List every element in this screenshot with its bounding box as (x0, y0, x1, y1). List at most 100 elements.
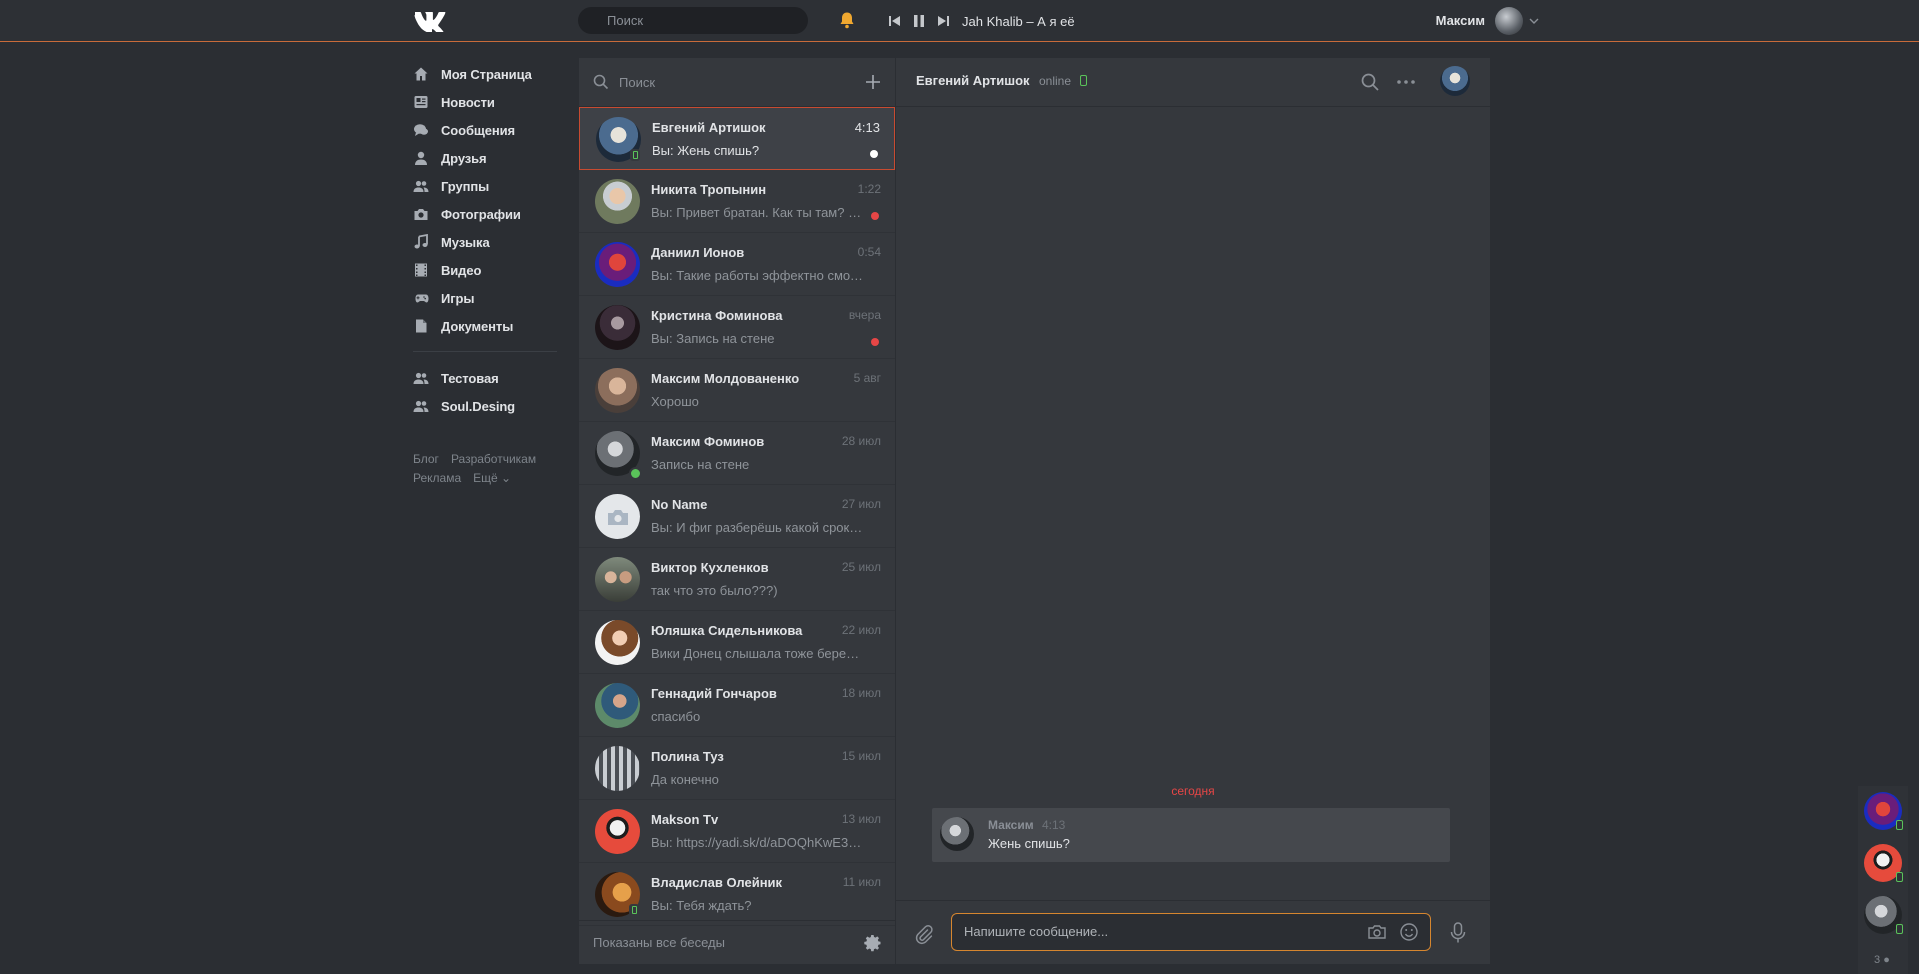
new-chat-plus-icon[interactable] (863, 72, 883, 92)
dialog-search-input[interactable]: Поиск (619, 75, 655, 90)
unread-indicator (871, 212, 879, 220)
all-chats-shown-label: Показаны все беседы (593, 935, 725, 950)
user-avatar (1495, 6, 1523, 35)
nav-item-music[interactable]: Музыка (413, 228, 563, 256)
nav-item-games[interactable]: Игры (413, 284, 563, 312)
chat-status: online (1039, 74, 1072, 88)
avatar (595, 305, 640, 350)
dialog-search[interactable]: Поиск (579, 58, 895, 107)
dialog-item[interactable]: Никита Тропынин 1:22 Вы: Привет братан. … (579, 170, 895, 233)
paperclip-icon[interactable] (912, 923, 934, 945)
online-count[interactable]: 3 ● (1874, 954, 1890, 966)
message-author[interactable]: Максим (988, 818, 1034, 832)
chevron-down-icon (1529, 18, 1539, 24)
dialog-item[interactable]: Евгений Артишок 4:13 Вы: Жень спишь? (579, 107, 895, 170)
audio-player: Jah Khalib – А я её (886, 11, 1075, 31)
camera-icon (413, 206, 429, 222)
mobile-online-icon (1080, 75, 1087, 86)
chat-header: Евгений Артишок online (896, 58, 1490, 107)
news-icon (413, 94, 429, 110)
footer-link-developers[interactable]: Разработчикам (451, 452, 536, 466)
message-input[interactable]: Напишите сообщение... (951, 913, 1431, 951)
avatar (940, 817, 974, 851)
avatar (595, 620, 640, 665)
microphone-icon[interactable] (1449, 921, 1467, 945)
left-nav: Моя Страница Новости Сообщения Друзья Гр… (413, 60, 563, 488)
nav-item-news[interactable]: Новости (413, 88, 563, 116)
nav-item-group-testovaya[interactable]: Тестовая (413, 364, 563, 392)
chat-title[interactable]: Евгений Артишок (916, 73, 1030, 88)
message[interactable]: Максим 4:13 Жень спишь? (932, 808, 1450, 862)
camera-icon[interactable] (1367, 922, 1387, 942)
chat-panel: Евгений Артишок online сегодня Максим 4:… (896, 58, 1490, 964)
avatar (595, 809, 640, 854)
dialog-list-footer: Показаны все беседы (579, 920, 895, 964)
dialog-item[interactable]: Владислав Олейник 11 июл Вы: Тебя ждать? (579, 863, 895, 926)
bell-icon[interactable] (838, 11, 856, 29)
message-text: Жень спишь? (988, 836, 1070, 851)
emoji-icon[interactable] (1399, 922, 1419, 942)
dialog-item[interactable]: Максим Фоминов 28 июл Запись на стене (579, 422, 895, 485)
header-search-input[interactable]: Поиск (578, 7, 808, 34)
avatar (595, 179, 640, 224)
online-indicator (629, 467, 642, 480)
gear-icon[interactable] (863, 933, 883, 953)
avatar (595, 746, 640, 791)
mobile-online-icon (1896, 924, 1903, 934)
user-menu[interactable]: Максим (1436, 0, 1539, 41)
avatar (595, 494, 640, 539)
mobile-online-icon (630, 149, 640, 161)
more-icon[interactable] (1395, 72, 1417, 92)
pause-icon[interactable] (910, 12, 928, 30)
dialog-item[interactable]: Геннадий Гончаров 18 июл спасибо (579, 674, 895, 737)
groups-icon (413, 178, 429, 194)
message-input-placeholder: Напишите сообщение... (964, 924, 1109, 939)
footer-link-ads[interactable]: Реклама (413, 471, 461, 485)
footer-link-blog[interactable]: Блог (413, 452, 439, 466)
dialog-list: Поиск Евгений Артишок 4:13 Вы: Жень спиш… (579, 58, 895, 964)
dialog-item[interactable]: Даниил Ионов 0:54 Вы: Такие работы эффек… (579, 233, 895, 296)
message-time: 4:13 (1042, 818, 1066, 832)
video-icon (413, 262, 429, 278)
avatar (595, 683, 640, 728)
music-icon (413, 234, 429, 250)
date-divider: сегодня (1171, 784, 1215, 798)
dialog-item[interactable]: Кристина Фоминова вчера Вы: Запись на ст… (579, 296, 895, 359)
camera-placeholder-icon (607, 509, 628, 525)
gamepad-icon (413, 290, 429, 306)
avatar (595, 242, 640, 287)
mobile-online-icon (1896, 872, 1903, 882)
vk-logo[interactable] (413, 8, 447, 32)
nav-item-friends[interactable]: Друзья (413, 144, 563, 172)
track-title[interactable]: Jah Khalib – А я её (962, 14, 1075, 29)
search-icon[interactable] (1360, 72, 1380, 92)
previous-track-icon[interactable] (886, 12, 904, 30)
group-icon (413, 370, 429, 386)
nav-item-groups[interactable]: Группы (413, 172, 563, 200)
nav-item-my-page[interactable]: Моя Страница (413, 60, 563, 88)
search-icon (593, 74, 609, 90)
top-bar: Поиск Jah Khalib – А я её Максим (0, 0, 1919, 42)
dialog-item[interactable]: Полина Туз 15 июл Да конечно (579, 737, 895, 800)
nav-item-messages[interactable]: Сообщения (413, 116, 563, 144)
unread-indicator (871, 338, 879, 346)
footer-link-more[interactable]: Ещё ⌄ (473, 471, 511, 485)
dialog-item[interactable]: No Name 27 июл Вы: И фиг разберёшь какой… (579, 485, 895, 548)
nav-item-documents[interactable]: Документы (413, 312, 563, 340)
nav-item-video[interactable]: Видео (413, 256, 563, 284)
next-track-icon[interactable] (934, 12, 952, 30)
nav-item-photos[interactable]: Фотографии (413, 200, 563, 228)
chat-avatar[interactable] (1440, 66, 1470, 96)
dialog-item[interactable]: Юляшка Сидельникова 22 июл Вики Донец сл… (579, 611, 895, 674)
dialog-item[interactable]: Makson Tv 13 июл Вы: https://yadi.sk/d/a… (579, 800, 895, 863)
avatar (595, 368, 640, 413)
nav-item-group-soul-desing[interactable]: Soul.Desing (413, 392, 563, 420)
message-composer: Напишите сообщение... (896, 900, 1490, 964)
unread-indicator (870, 150, 878, 158)
person-icon: ● (1883, 954, 1890, 966)
dialog-item[interactable]: Виктор Кухленков 25 июл так что это было… (579, 548, 895, 611)
nav-divider (413, 351, 557, 352)
dialog-item[interactable]: Максим Молдованенко 5 авг Хорошо (579, 359, 895, 422)
nav-footer-links: Блог Разработчикам Реклама Ещё ⌄ (413, 450, 563, 488)
avatar (595, 557, 640, 602)
